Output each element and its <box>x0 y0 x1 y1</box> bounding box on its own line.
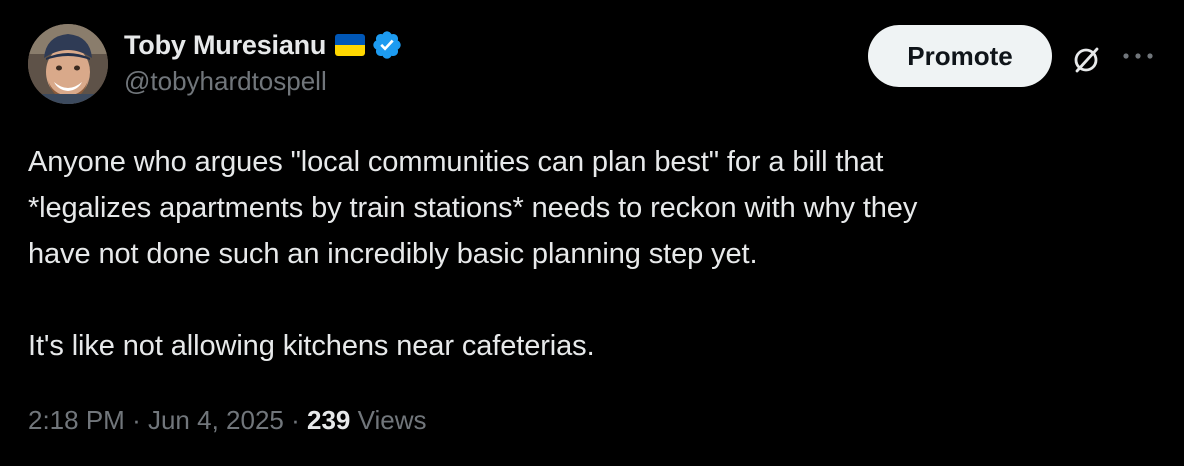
more-options-icon[interactable] <box>1120 44 1156 68</box>
tweet-line: It's like not allowing kitchens near caf… <box>28 330 595 362</box>
tweet-line: *legalizes apartments by train stations*… <box>28 192 918 224</box>
meta-separator: · <box>132 405 141 435</box>
views-label: Views <box>357 405 427 435</box>
tweet-metadata: 2:18 PM · Jun 4, 2025 · 239 Views <box>28 405 427 436</box>
tweet-text: Anyone who argues "local communities can… <box>28 139 1158 369</box>
views-count[interactable]: 239 <box>307 405 350 435</box>
avatar[interactable] <box>28 24 108 104</box>
tweet-line: have not done such an incredibly basic p… <box>28 238 758 270</box>
author-display-name[interactable]: Toby Muresianu <box>124 30 326 61</box>
tweet-card: Toby Muresianu @tobyhardtospell Promote … <box>0 0 1184 466</box>
ukraine-flag-icon <box>335 34 366 56</box>
promote-button[interactable]: Promote <box>868 25 1052 87</box>
tweet-time[interactable]: 2:18 PM <box>28 405 125 435</box>
author-handle[interactable]: @tobyhardtospell <box>124 66 403 97</box>
verified-badge-icon[interactable] <box>371 29 403 61</box>
grok-icon[interactable] <box>1068 42 1104 78</box>
meta-separator: · <box>291 405 300 435</box>
author-identity: Toby Muresianu @tobyhardtospell <box>124 26 403 97</box>
tweet-line: Anyone who argues "local communities can… <box>28 146 884 178</box>
author-name-row: Toby Muresianu <box>124 26 403 64</box>
tweet-date[interactable]: Jun 4, 2025 <box>148 405 284 435</box>
